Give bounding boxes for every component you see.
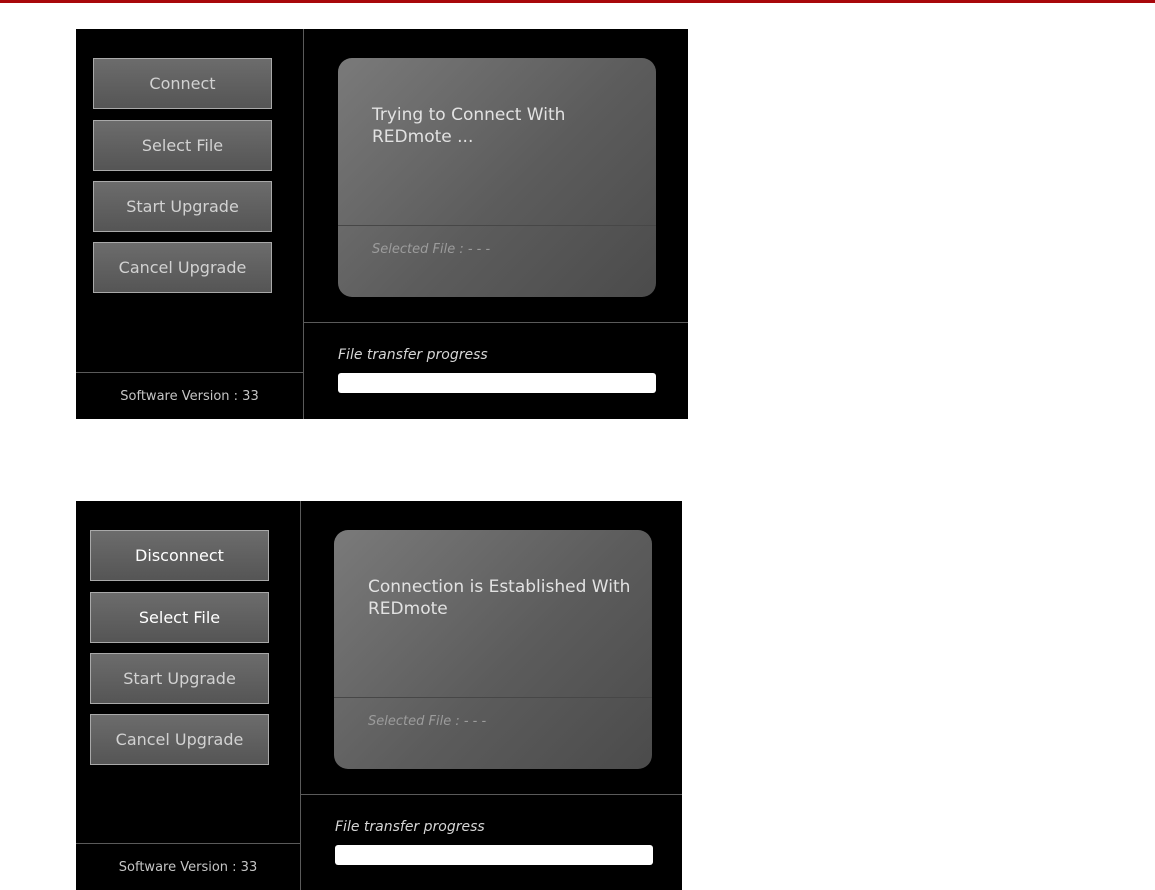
top-rule [0, 0, 1155, 3]
progress-bar [338, 373, 656, 393]
status-message: Trying to Connect With REDmote ... [372, 105, 566, 147]
selected-file-label: Selected File : - - - [372, 242, 491, 257]
select-file-button[interactable]: Select File [93, 120, 272, 171]
status-card: Connection is Established With REDmote S… [334, 530, 652, 769]
software-version: Software Version : 33 [76, 372, 303, 419]
status-message: Connection is Established With REDmote [368, 577, 631, 619]
sidebar: Connect Select File Start Upgrade Cancel… [76, 29, 304, 419]
card-divider [338, 225, 656, 226]
upgrade-window-connected: Disconnect Select File Start Upgrade Can… [76, 501, 682, 890]
progress-area: File transfer progress [301, 794, 682, 890]
upgrade-window-connecting: Connect Select File Start Upgrade Cancel… [76, 29, 688, 419]
cancel-upgrade-button[interactable]: Cancel Upgrade [90, 714, 269, 765]
progress-area: File transfer progress [304, 322, 688, 419]
card-divider [334, 697, 652, 698]
progress-label: File transfer progress [338, 347, 488, 363]
progress-bar [335, 845, 653, 865]
disconnect-button[interactable]: Disconnect [90, 530, 269, 581]
select-file-button[interactable]: Select File [90, 592, 269, 643]
status-card: Trying to Connect With REDmote ... Selec… [338, 58, 656, 297]
start-upgrade-button[interactable]: Start Upgrade [90, 653, 269, 704]
selected-file-label: Selected File : - - - [368, 714, 487, 729]
cancel-upgrade-button[interactable]: Cancel Upgrade [93, 242, 272, 293]
progress-label: File transfer progress [335, 819, 485, 835]
software-version: Software Version : 33 [76, 843, 300, 890]
sidebar: Disconnect Select File Start Upgrade Can… [76, 501, 301, 890]
start-upgrade-button[interactable]: Start Upgrade [93, 181, 272, 232]
connect-button[interactable]: Connect [93, 58, 272, 109]
